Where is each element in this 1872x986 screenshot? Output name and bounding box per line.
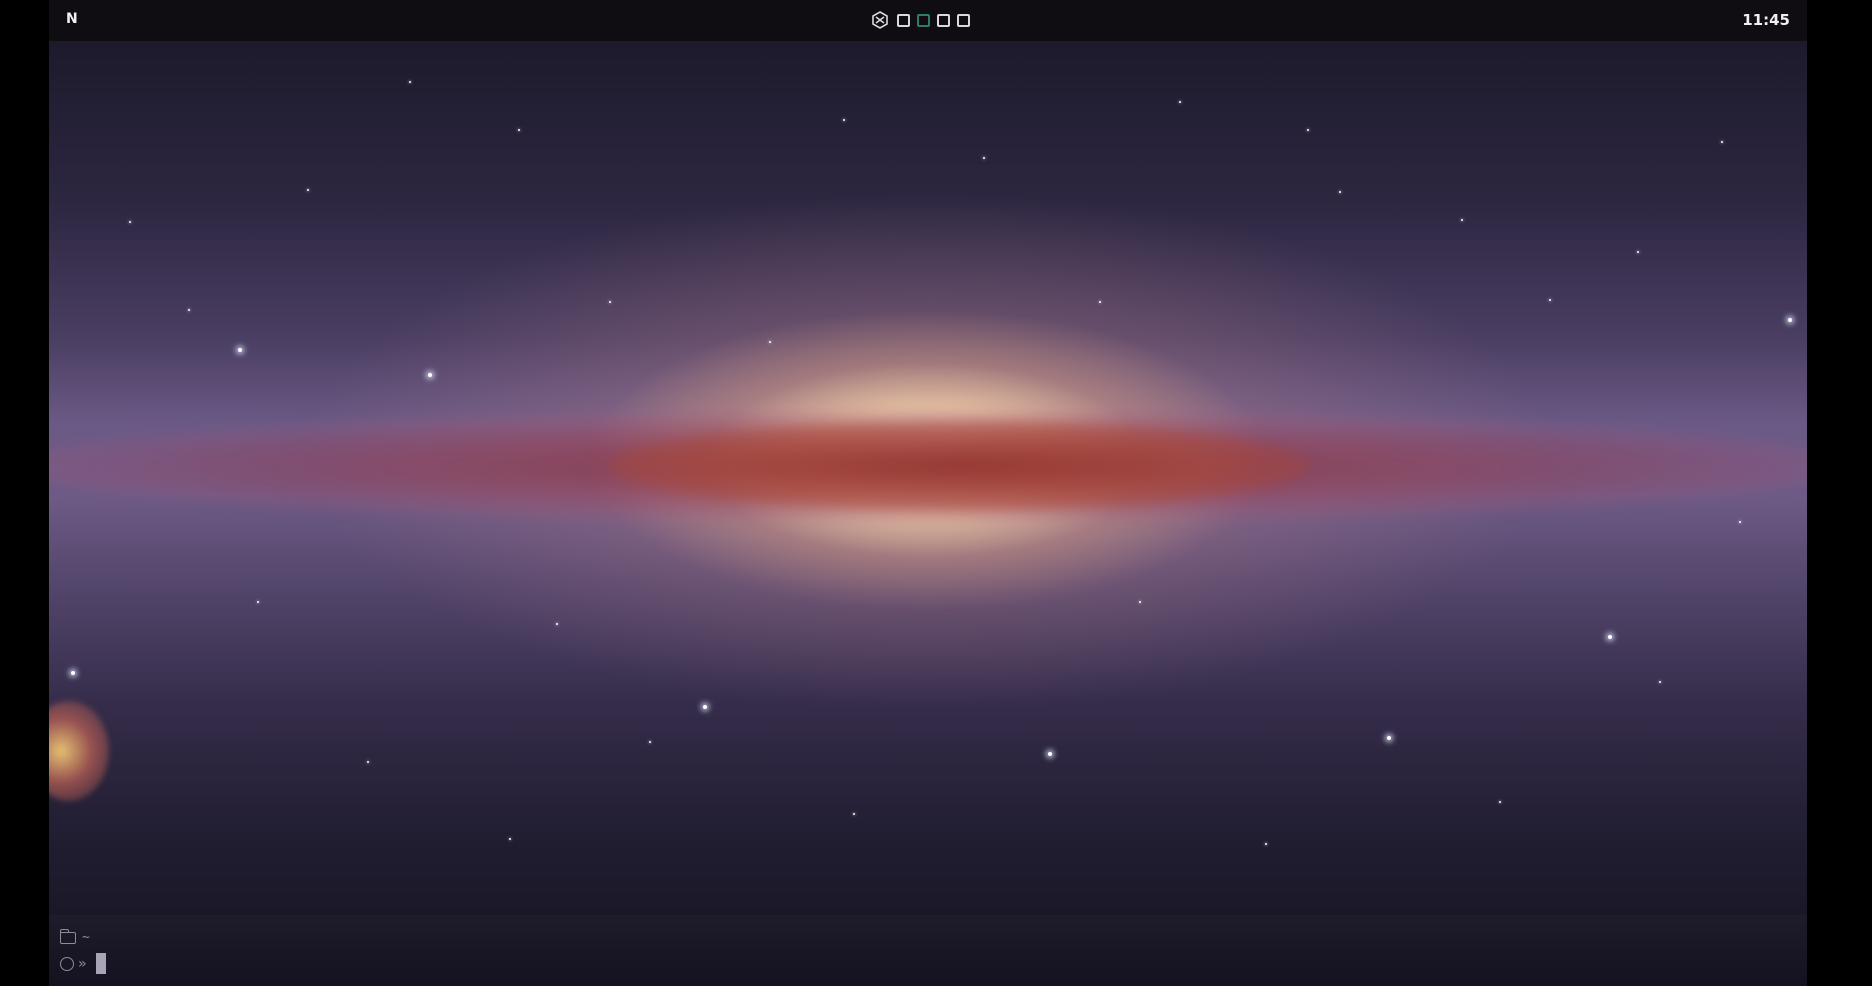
star <box>853 813 855 815</box>
star <box>1307 129 1309 131</box>
clock: 11:45 <box>1742 11 1790 29</box>
star <box>1387 736 1391 740</box>
star <box>1549 299 1551 301</box>
star <box>703 705 707 709</box>
star <box>1788 318 1792 322</box>
folder-icon <box>59 928 76 944</box>
text-cursor[interactable] <box>96 953 107 974</box>
star <box>649 741 651 743</box>
workspace-3-indicator[interactable] <box>937 13 950 27</box>
star <box>609 301 611 303</box>
workspace-4-indicator[interactable] <box>957 13 970 27</box>
terminal-prompt-area[interactable]: ~ » <box>49 915 1807 986</box>
star <box>1099 301 1101 303</box>
star <box>769 341 771 343</box>
star <box>1739 521 1741 523</box>
star <box>1659 681 1661 683</box>
star <box>307 189 309 191</box>
star <box>367 761 369 763</box>
prompt-symbol: » <box>78 955 87 972</box>
star <box>518 129 520 131</box>
star <box>1179 101 1181 103</box>
workspace-2-indicator[interactable] <box>917 13 930 27</box>
star <box>409 81 411 83</box>
star <box>428 373 432 377</box>
star <box>1139 601 1141 603</box>
star <box>188 309 190 311</box>
prompt-directory-line: ~ <box>59 928 90 945</box>
star <box>509 838 511 840</box>
workspace-switcher <box>870 10 970 30</box>
star <box>983 157 985 159</box>
star <box>556 623 558 625</box>
star <box>1339 191 1341 193</box>
star <box>238 348 242 352</box>
top-bar: N 11:45 <box>49 0 1807 41</box>
status-circle-icon <box>60 956 74 971</box>
launcher-label[interactable]: N <box>66 11 78 27</box>
nixos-logo-icon[interactable] <box>870 10 890 30</box>
star <box>1499 801 1501 803</box>
star <box>1265 843 1267 845</box>
star <box>71 671 75 675</box>
desktop-screen: N 11:45 ~ » <box>0 0 1872 986</box>
prompt-input-line[interactable]: » <box>60 953 107 974</box>
star <box>1048 752 1052 756</box>
star <box>843 119 845 121</box>
star-field <box>49 41 1807 915</box>
star <box>129 221 131 223</box>
star <box>1461 219 1463 221</box>
star <box>1608 635 1612 639</box>
workspace-1-indicator[interactable] <box>897 13 910 27</box>
star <box>257 601 259 603</box>
current-directory: ~ <box>82 930 90 945</box>
star <box>1637 251 1639 253</box>
star <box>1721 141 1723 143</box>
desktop-wallpaper <box>49 41 1807 915</box>
